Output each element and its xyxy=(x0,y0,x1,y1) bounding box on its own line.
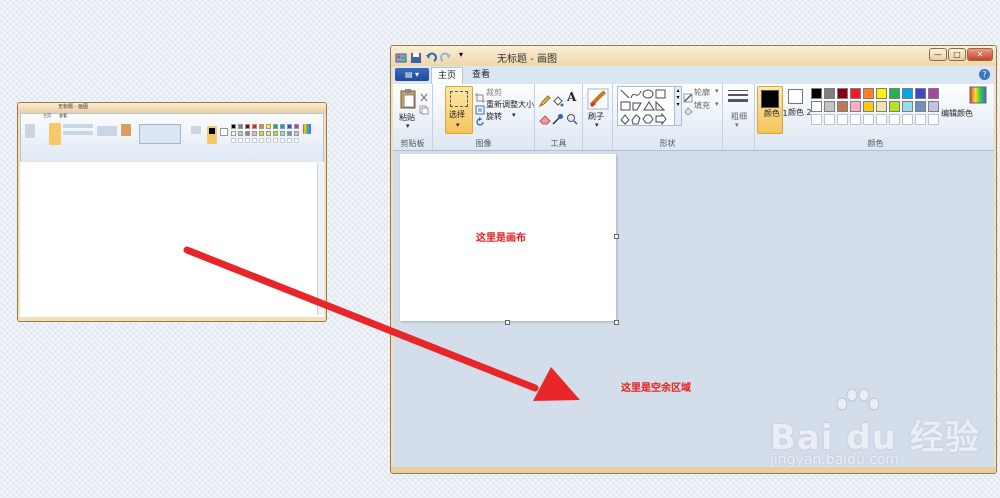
arrow-shaft xyxy=(183,246,539,392)
watermark-url: jingyan.baidu.com xyxy=(770,452,900,468)
arrow-head xyxy=(533,367,580,401)
baidu-watermark: Bai du 经验 jingyan.baidu.com xyxy=(770,388,990,478)
